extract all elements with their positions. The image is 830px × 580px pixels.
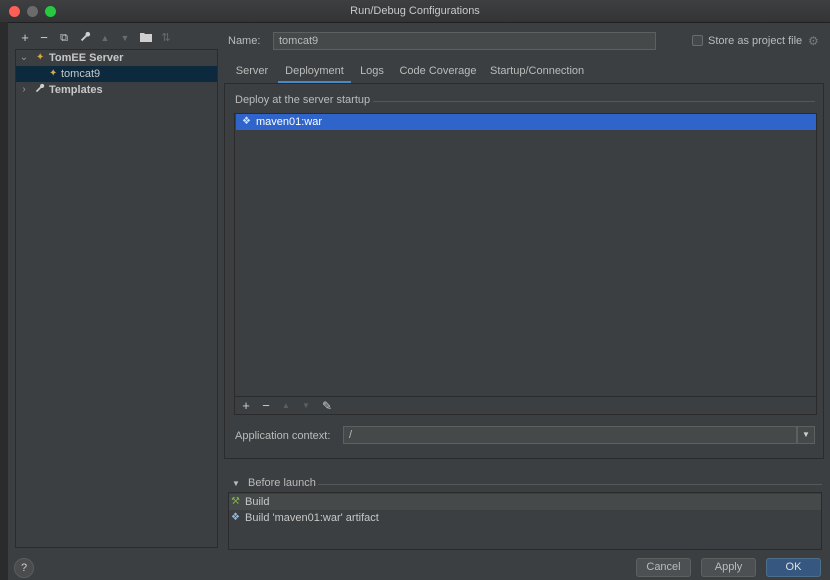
before-launch-item-label: Build (245, 496, 270, 508)
store-project-checkbox[interactable] (692, 35, 703, 46)
add-icon[interactable]: + (18, 30, 32, 46)
deploy-section-title: Deploy at the server startup (235, 94, 371, 106)
edit-icon[interactable]: ✎ (320, 399, 334, 413)
gear-icon[interactable]: ⚙ (808, 34, 819, 48)
tab-code-coverage[interactable]: Code Coverage (399, 64, 477, 84)
tomee-icon: ✦ (36, 52, 45, 63)
before-launch-item-label: Build 'maven01:war' artifact (245, 512, 379, 524)
app-context-input[interactable]: / (343, 426, 797, 444)
sort-icon: ⇅ (161, 32, 171, 44)
wrench-icon[interactable] (78, 30, 92, 46)
tab-startup-connection[interactable]: Startup/Connection (490, 64, 584, 84)
background-ide-strip (0, 22, 8, 580)
before-launch-item[interactable]: ⚒ Build (229, 494, 821, 510)
artifact-icon: ❖ (242, 116, 251, 127)
tree-item-tomcat9[interactable]: ✦ tomcat9 (16, 66, 217, 82)
tree-item-label: TomEE Server (49, 52, 124, 64)
name-label: Name: (228, 35, 261, 47)
chevron-right-icon[interactable]: › (19, 82, 29, 98)
tree-item-label: Templates (49, 84, 103, 96)
chevron-down-icon[interactable]: ▼ (797, 426, 815, 444)
wrench-icon (35, 82, 45, 98)
remove-icon[interactable]: − (259, 399, 273, 413)
app-context-label: Application context: (235, 430, 331, 442)
hammer-icon: ⚒ (231, 496, 240, 507)
chevron-down-icon[interactable]: ⌄ (19, 50, 29, 66)
apply-button[interactable]: Apply (701, 558, 756, 577)
store-project-label[interactable]: Store as project file (708, 35, 802, 47)
deploy-list[interactable] (234, 113, 817, 415)
tree-item-tomee-server[interactable]: ⌄ ✦ TomEE Server (16, 50, 217, 66)
tomcat-icon: ✦ (49, 68, 58, 79)
section-divider (318, 484, 822, 485)
add-icon[interactable]: + (239, 399, 253, 413)
copy-icon[interactable]: ⧉ (57, 30, 71, 46)
tab-logs[interactable]: Logs (357, 64, 387, 84)
deploy-list-item[interactable]: ❖ maven01:war (236, 114, 816, 130)
tree-item-templates[interactable]: › Templates (16, 82, 217, 98)
move-up-icon: ▲ (282, 401, 290, 410)
before-launch-item[interactable]: ❖ Build 'maven01:war' artifact (229, 510, 821, 526)
before-launch-title: Before launch (247, 477, 316, 489)
deploy-item-label: maven01:war (256, 116, 323, 128)
tab-server[interactable]: Server (233, 64, 271, 84)
move-up-icon: ▲ (100, 33, 110, 43)
chevron-down-icon[interactable]: ▼ (232, 479, 240, 488)
artifact-icon: ❖ (231, 512, 240, 523)
remove-icon[interactable]: − (37, 30, 51, 46)
help-button[interactable]: ? (14, 558, 34, 578)
window-title: Run/Debug Configurations (350, 5, 480, 17)
cancel-button[interactable]: Cancel (636, 558, 691, 577)
ok-button[interactable]: OK (766, 558, 821, 577)
configurations-tree[interactable]: ⌄ ✦ TomEE Server ✦ tomcat9 › Templates (15, 49, 218, 548)
name-input[interactable]: tomcat9 (273, 32, 656, 50)
tab-deployment[interactable]: Deployment (278, 64, 351, 84)
folder-icon[interactable] (139, 30, 153, 46)
move-down-icon: ▼ (302, 401, 310, 410)
before-launch-header[interactable]: ▼ Before launch (232, 477, 316, 489)
section-divider (373, 101, 815, 102)
move-down-icon: ▼ (120, 33, 130, 43)
tree-item-label: tomcat9 (61, 68, 101, 80)
